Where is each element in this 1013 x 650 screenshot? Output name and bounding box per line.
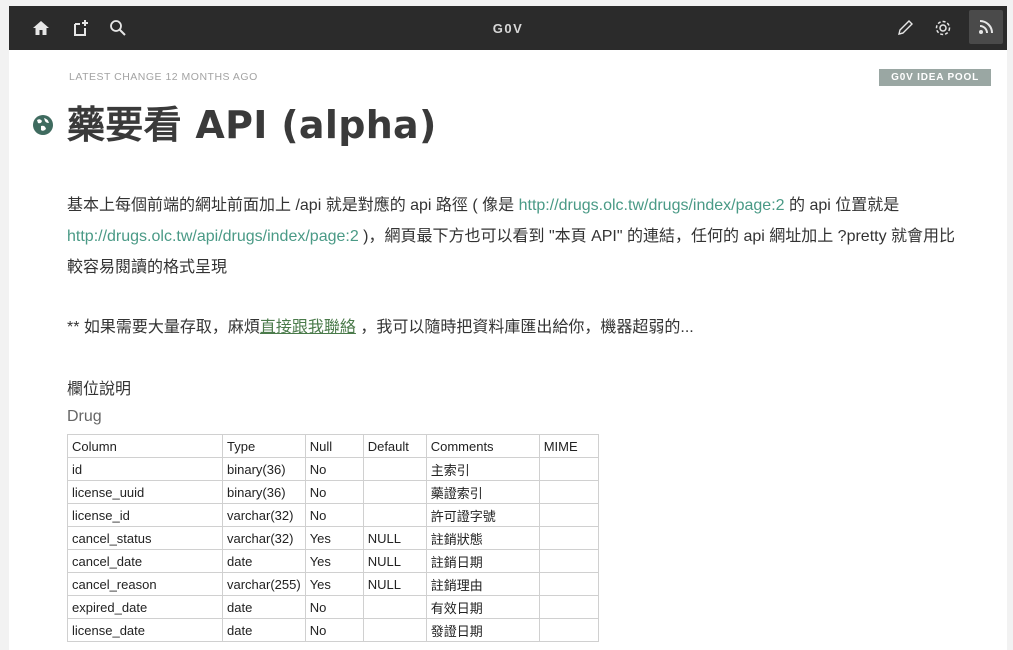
table-cell (362, 503, 427, 527)
table-row: license_uuid binary(36) No 藥證索引 (67, 480, 599, 504)
table-row: id binary(36) No 主索引 (67, 457, 599, 481)
settings-icon[interactable] (926, 6, 960, 50)
table-cell: varchar(32) (222, 526, 306, 550)
table-cell (362, 457, 427, 481)
site-brand: G0V (492, 21, 524, 36)
table-row: license_id varchar(32) No 許可證字號 (67, 503, 599, 527)
table-header-cell: Column (67, 434, 223, 458)
table-cell: Yes (304, 572, 364, 596)
table-row: cancel_date date Yes NULL 註銷日期 (67, 549, 599, 573)
table-cell (362, 618, 427, 642)
contact-paragraph: ** 如果需要大量存取，麻煩直接跟我聯絡 ，我可以隨時把資料庫匯出給你，機器超弱… (67, 319, 694, 336)
table-cell: id (67, 457, 223, 481)
rss-button[interactable] (969, 10, 1003, 44)
table-cell: varchar(32) (222, 503, 306, 527)
table-cell: binary(36) (222, 480, 306, 504)
page-title: 藥要看 API (alpha) (67, 103, 437, 147)
category-tag[interactable]: G0V IDEA POOL (879, 69, 991, 86)
table-row: cancel_reason varchar(255) Yes NULL 註銷理由 (67, 572, 599, 596)
table-cell: 許可證字號 (425, 503, 540, 527)
frontend-url-link[interactable]: http://drugs.olc.tw/drugs/index/page:2 (519, 197, 785, 214)
table-cell (538, 618, 599, 642)
table-header-cell: Type (222, 434, 306, 458)
table-cell (538, 572, 599, 596)
table-cell: license_date (67, 618, 223, 642)
table-row: license_date date No 發證日期 (67, 618, 599, 642)
table-row: expired_date date No 有效日期 (67, 595, 599, 619)
table-cell: binary(36) (222, 457, 306, 481)
table-cell: 有效日期 (425, 595, 540, 619)
new-page-icon[interactable] (64, 6, 98, 50)
fields-table: Column Type Null Default Comments MIME id binar… (67, 434, 599, 642)
intro-paragraph: 基本上每個前端的網址前面加上 /api 就是對應的 api 路徑 ( 像是 ht… (67, 197, 956, 276)
table-cell (538, 595, 599, 619)
table-cell: date (222, 549, 306, 573)
table-cell (538, 503, 599, 527)
table-cell (538, 480, 599, 504)
article-body: 基本上每個前端的網址前面加上 /api 就是對應的 api 路徑 ( 像是 ht… (67, 190, 957, 642)
table-cell: No (304, 457, 364, 481)
table-cell: No (304, 503, 364, 527)
table-cell: cancel_reason (67, 572, 223, 596)
table-row: cancel_status varchar(32) Yes NULL 註銷狀態 (67, 526, 599, 550)
table-cell (538, 549, 599, 573)
table-cell: 註銷狀態 (425, 526, 540, 550)
table-cell: license_id (67, 503, 223, 527)
top-navbar: G0V (9, 6, 1007, 50)
table-header-cell: Default (362, 434, 427, 458)
table-cell: date (222, 595, 306, 619)
table-cell: 藥證索引 (425, 480, 540, 504)
table-cell: No (304, 618, 364, 642)
table-cell (362, 480, 427, 504)
table-cell: NULL (362, 549, 427, 573)
table-cell: license_uuid (67, 480, 223, 504)
table-cell: Yes (304, 549, 364, 573)
edit-icon[interactable] (888, 6, 922, 50)
rss-icon (979, 20, 993, 34)
table-header-cell: Null (304, 434, 364, 458)
table-cell: NULL (362, 526, 427, 550)
table-header-row: Column Type Null Default Comments MIME (67, 434, 599, 458)
contact-link[interactable]: 直接跟我聯絡 (260, 319, 356, 336)
api-url-link[interactable]: http://drugs.olc.tw/api/drugs/index/page… (67, 228, 359, 245)
table-cell: 註銷理由 (425, 572, 540, 596)
table-cell: varchar(255) (222, 572, 306, 596)
table-cell: date (222, 618, 306, 642)
page-content: LATEST CHANGE 12 MONTHS AGO G0V IDEA POO… (9, 50, 1007, 650)
table-cell: cancel_date (67, 549, 223, 573)
table-cell: 註銷日期 (425, 549, 540, 573)
home-icon[interactable] (24, 6, 58, 50)
latest-change: LATEST CHANGE 12 MONTHS AGO (69, 71, 258, 83)
table-cell: expired_date (67, 595, 223, 619)
search-icon[interactable] (101, 6, 135, 50)
table-cell (538, 457, 599, 481)
table-heading: Drug (67, 408, 102, 425)
table-cell: 主索引 (425, 457, 540, 481)
globe-icon (33, 115, 53, 135)
table-cell (362, 595, 427, 619)
table-cell: 發證日期 (425, 618, 540, 642)
table-cell: No (304, 595, 364, 619)
section-heading: 欄位說明 (67, 381, 132, 398)
table-header-cell: MIME (538, 434, 599, 458)
table-cell (538, 526, 599, 550)
table-cell: NULL (362, 572, 427, 596)
table-cell: cancel_status (67, 526, 223, 550)
table-header-cell: Comments (425, 434, 540, 458)
table-cell: Yes (304, 526, 364, 550)
table-cell: No (304, 480, 364, 504)
